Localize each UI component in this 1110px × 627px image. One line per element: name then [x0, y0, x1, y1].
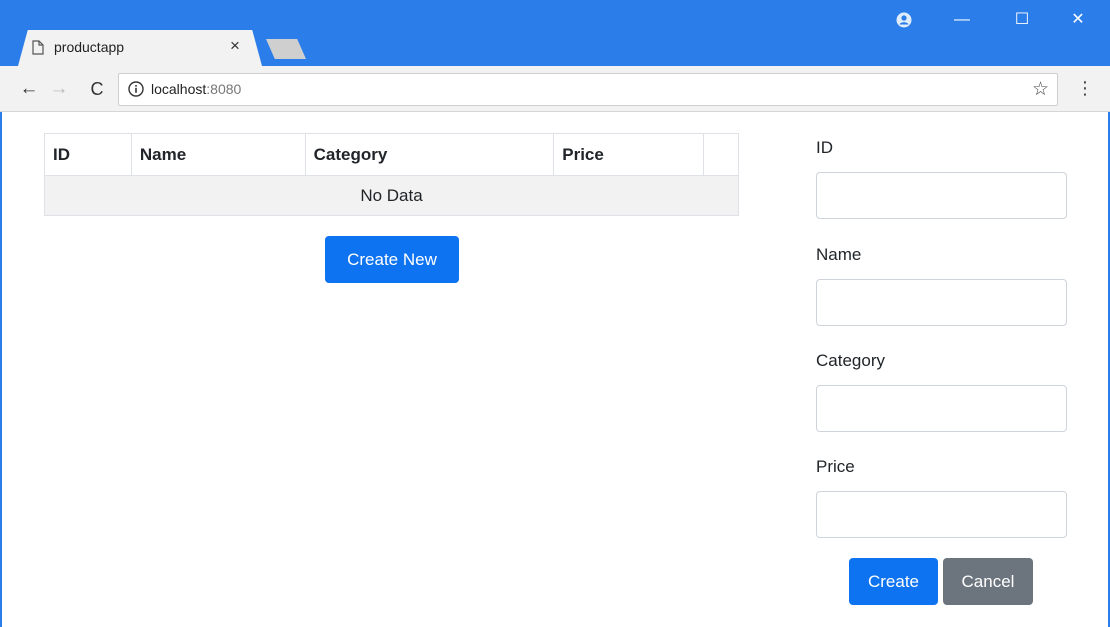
info-icon[interactable]	[128, 81, 144, 97]
name-label: Name	[816, 245, 862, 264]
column-header-category: Category	[304, 133, 555, 176]
product-table: ID Name Category Price No Data	[44, 133, 739, 216]
empty-table-message: No Data	[44, 175, 739, 216]
column-header-actions	[703, 133, 739, 176]
category-label: Category	[816, 351, 885, 370]
table-header-row: ID Name Category Price	[44, 133, 739, 176]
maximize-icon[interactable]: ☐	[1002, 8, 1042, 32]
tab-close-icon[interactable]: ×	[230, 36, 240, 56]
column-header-id: ID	[44, 133, 132, 176]
url-text[interactable]: localhost:8080	[151, 81, 241, 97]
back-arrow-icon[interactable]: ←	[18, 78, 40, 100]
cancel-button[interactable]: Cancel	[943, 558, 1033, 605]
id-field[interactable]	[816, 172, 1067, 219]
browser-menu-icon[interactable]: ⋮	[1076, 78, 1094, 99]
tab-title: productapp	[54, 39, 125, 55]
profile-icon[interactable]	[896, 12, 912, 28]
column-header-price: Price	[553, 133, 705, 176]
window-close-icon[interactable]: ✕	[1058, 8, 1098, 32]
id-label: ID	[816, 138, 833, 157]
url-host: localhost	[151, 81, 207, 97]
minimize-icon[interactable]: —	[942, 8, 982, 32]
address-bar[interactable]	[118, 73, 1058, 106]
price-field[interactable]	[816, 491, 1067, 538]
url-port: :8080	[206, 81, 242, 97]
create-button[interactable]: Create	[849, 558, 938, 605]
category-field[interactable]	[816, 385, 1067, 432]
create-new-button[interactable]: Create New	[325, 236, 459, 283]
page-icon	[32, 40, 44, 55]
table-row: No Data	[44, 175, 739, 216]
name-field[interactable]	[816, 279, 1067, 326]
column-header-name: Name	[130, 133, 306, 176]
window-border-left	[0, 112, 2, 627]
price-label: Price	[816, 457, 855, 476]
forward-arrow-icon[interactable]: →	[48, 78, 70, 100]
reload-icon[interactable]: C	[86, 78, 108, 100]
bookmark-star-icon[interactable]: ☆	[1032, 78, 1049, 101]
